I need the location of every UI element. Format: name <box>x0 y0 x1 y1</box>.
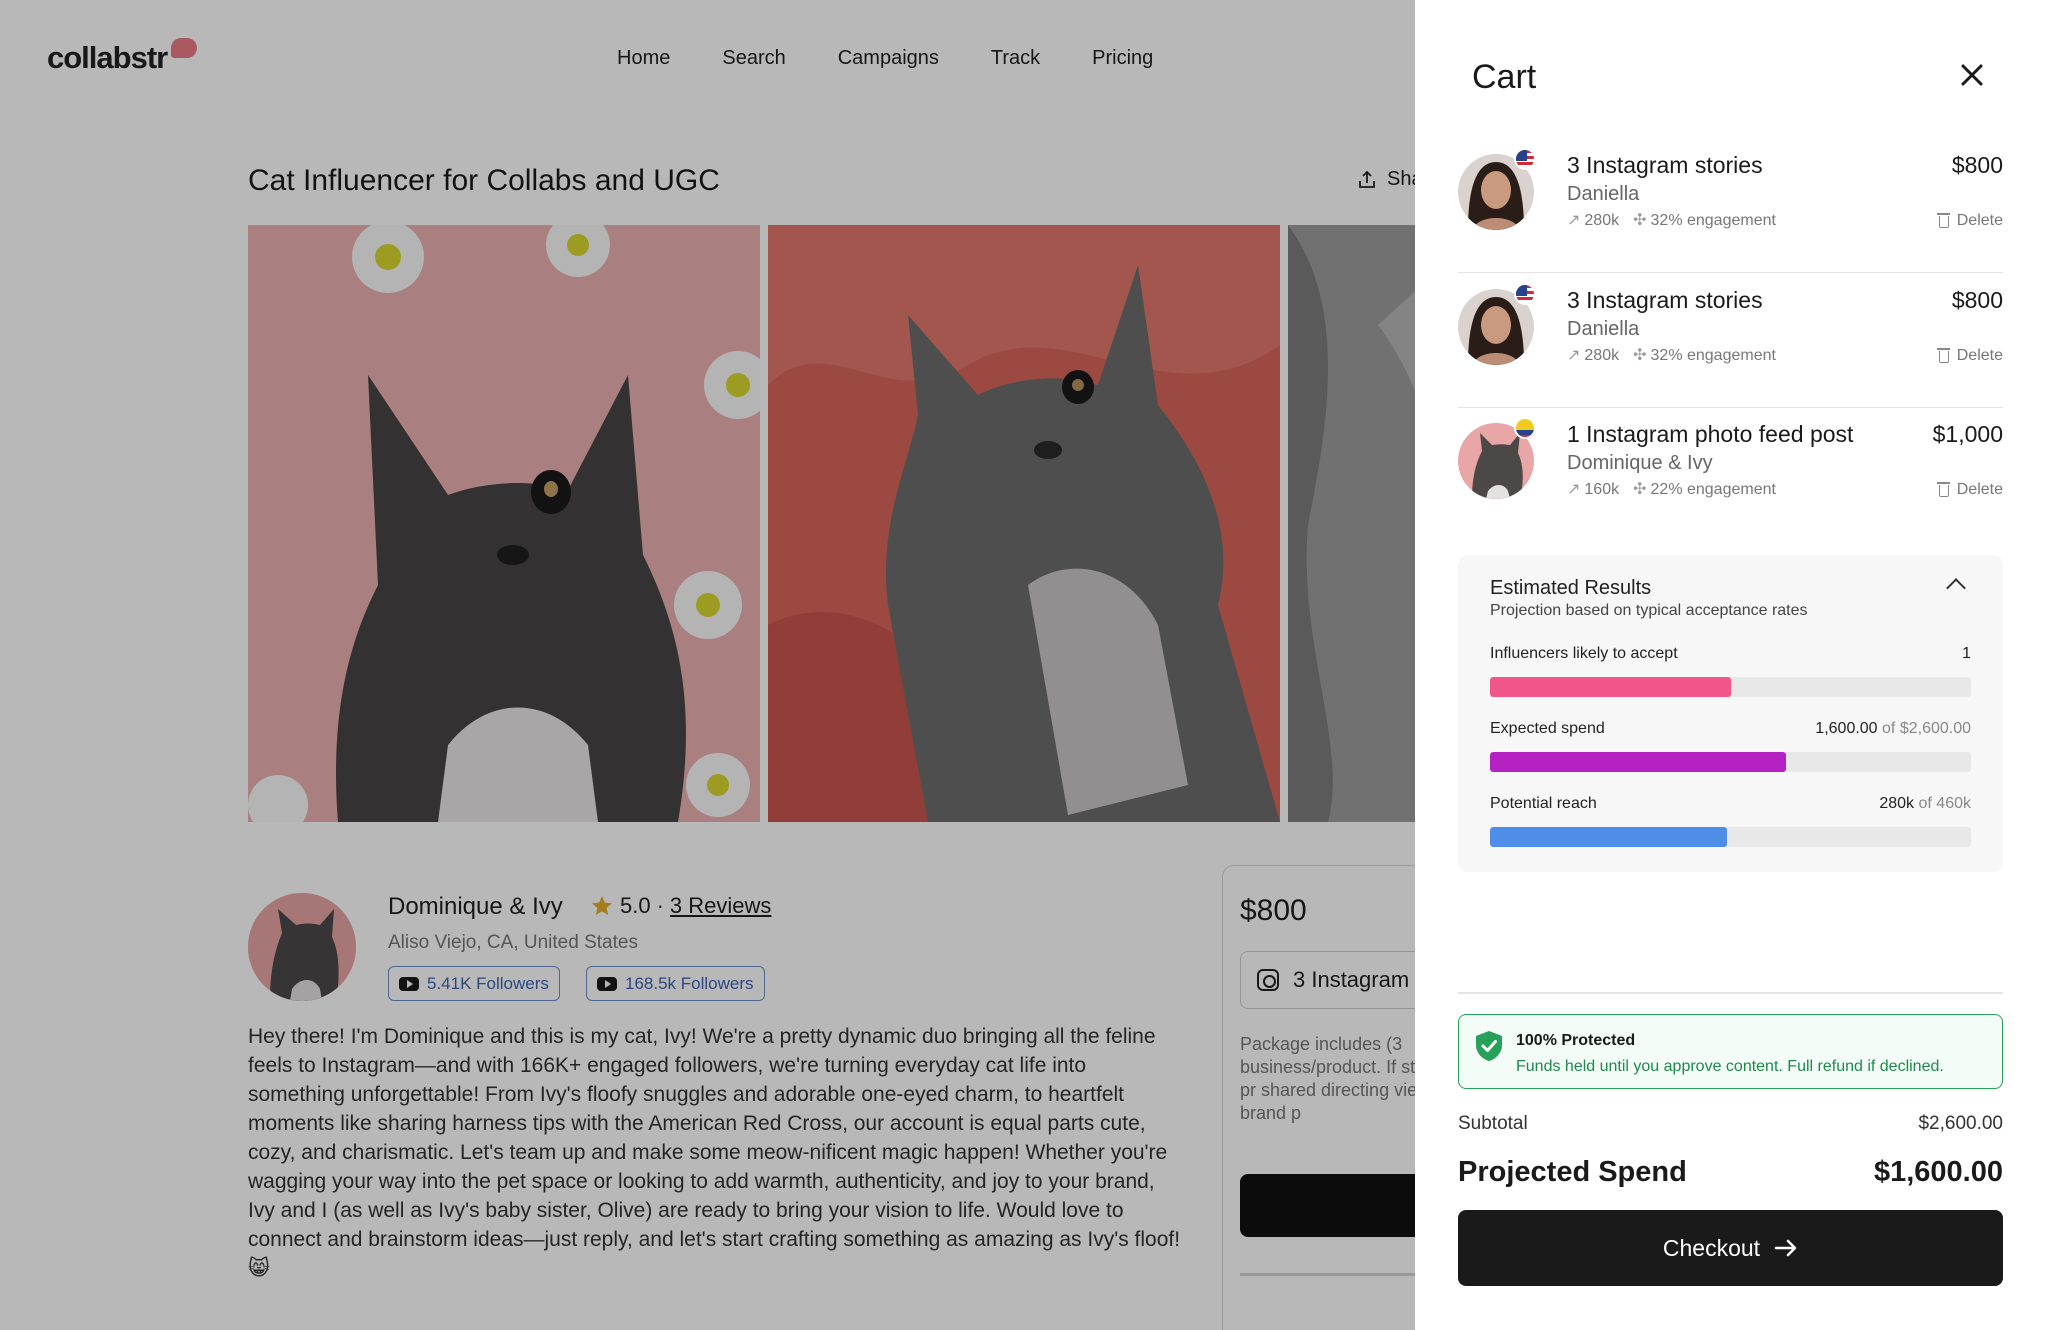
progress-fill <box>1490 752 1786 772</box>
metric-label: Influencers likely to accept <box>1490 645 1678 662</box>
shield-check-icon <box>1476 1031 1502 1061</box>
metric-amount: 1,600.00 <box>1815 720 1878 737</box>
delete-label: Delete <box>1956 347 2003 364</box>
metric-amount: 1 <box>1962 645 1971 662</box>
trending-icon: ↗ <box>1567 347 1581 364</box>
progress-fill <box>1490 827 1728 847</box>
trash-icon <box>1936 348 1950 363</box>
delete-label: Delete <box>1956 481 2003 498</box>
item-stats: ↗ 280k ✣ 32% engagement <box>1567 345 1776 365</box>
item-creator: Daniella <box>1567 318 1640 340</box>
item-stats: ↗ 160k ✣ 22% engagement <box>1567 479 1776 499</box>
item-followers: 280k <box>1584 212 1620 229</box>
metric-total: of 460k <box>1918 795 1971 812</box>
close-icon[interactable] <box>1958 61 1986 89</box>
item-title: 3 Instagram stories <box>1567 287 1763 313</box>
us-flag-icon <box>1514 283 1536 305</box>
progress-bar <box>1490 677 1971 697</box>
trash-icon <box>1936 213 1950 228</box>
arrow-right-icon <box>1774 1239 1797 1257</box>
metric-value: 280k of 460k <box>1879 795 1971 813</box>
metric-value: 1,600.00 of $2,600.00 <box>1815 720 1971 738</box>
estimated-results-panel: Estimated Results Projection based on ty… <box>1458 555 2003 872</box>
progress-bar <box>1490 752 1971 772</box>
delete-button[interactable]: Delete <box>1936 212 2003 230</box>
us-flag-icon <box>1514 148 1536 170</box>
metric-value: 1 <box>1962 645 1971 663</box>
delete-button[interactable]: Delete <box>1936 347 2003 365</box>
cart-item: 3 Instagram stories Daniella ↗ 280k ✣ 32% … <box>1458 273 2003 408</box>
sparkle-icon: ✣ <box>1633 347 1647 364</box>
item-engagement: 32% engagement <box>1650 347 1776 364</box>
metric-label: Potential reach <box>1490 795 1597 812</box>
progress-bar <box>1490 827 1971 847</box>
trash-icon <box>1936 482 1950 497</box>
item-price: $800 <box>1951 287 2003 313</box>
cart-item: 3 Instagram stories Daniella ↗ 280k ✣ 32% … <box>1458 138 2003 273</box>
subtotal-value: $2,600.00 <box>1918 1113 2003 1134</box>
protection-notice: 100% Protected Funds held until you appr… <box>1458 1014 2003 1089</box>
cart-title: Cart <box>1472 58 1537 96</box>
delete-button[interactable]: Delete <box>1936 481 2003 499</box>
item-stats: ↗ 280k ✣ 32% engagement <box>1567 210 1776 230</box>
projected-spend-label: Projected Spend <box>1458 1156 1687 1188</box>
cart-divider <box>1458 992 2003 994</box>
item-creator: Daniella <box>1567 183 1640 205</box>
item-price: $800 <box>1951 152 2003 178</box>
item-title: 3 Instagram stories <box>1567 152 1763 178</box>
cart-panel: Cart 3 Instagram stories Daniella ↗ 280k … <box>1415 0 2048 1330</box>
item-creator: Dominique & Ivy <box>1567 452 1713 474</box>
sparkle-icon: ✣ <box>1633 481 1647 498</box>
item-price: $1,000 <box>1932 421 2003 447</box>
cart-item: 1 Instagram photo feed post Dominique & … <box>1458 407 2003 527</box>
progress-fill <box>1490 677 1731 697</box>
delete-label: Delete <box>1956 212 2003 229</box>
item-followers: 160k <box>1584 481 1620 498</box>
checkout-label: Checkout <box>1662 1234 1761 1261</box>
modal-overlay[interactable] <box>0 0 1415 1330</box>
chevron-up-icon[interactable] <box>1946 578 1966 598</box>
item-engagement: 32% engagement <box>1650 212 1776 229</box>
trending-icon: ↗ <box>1567 481 1581 498</box>
co-flag-icon <box>1514 417 1536 439</box>
metric-label: Expected spend <box>1490 720 1605 737</box>
item-title: 1 Instagram photo feed post <box>1567 421 1854 447</box>
sparkle-icon: ✣ <box>1633 212 1647 229</box>
estimate-subtitle: Projection based on typical acceptance r… <box>1490 602 1808 619</box>
trending-icon: ↗ <box>1567 212 1581 229</box>
subtotal-label: Subtotal <box>1458 1113 1528 1134</box>
protection-title: 100% Protected <box>1516 1032 1636 1049</box>
metric-amount: 280k <box>1879 795 1915 812</box>
projected-spend-value: $1,600.00 <box>1873 1156 2003 1188</box>
metric-total: of $2,600.00 <box>1882 720 1971 737</box>
checkout-button[interactable]: Checkout <box>1458 1210 2003 1286</box>
estimate-title: Estimated Results <box>1490 577 1652 599</box>
protection-text: Funds held until you approve content. Fu… <box>1516 1058 1944 1075</box>
item-engagement: 22% engagement <box>1650 481 1776 498</box>
item-followers: 280k <box>1584 347 1620 364</box>
